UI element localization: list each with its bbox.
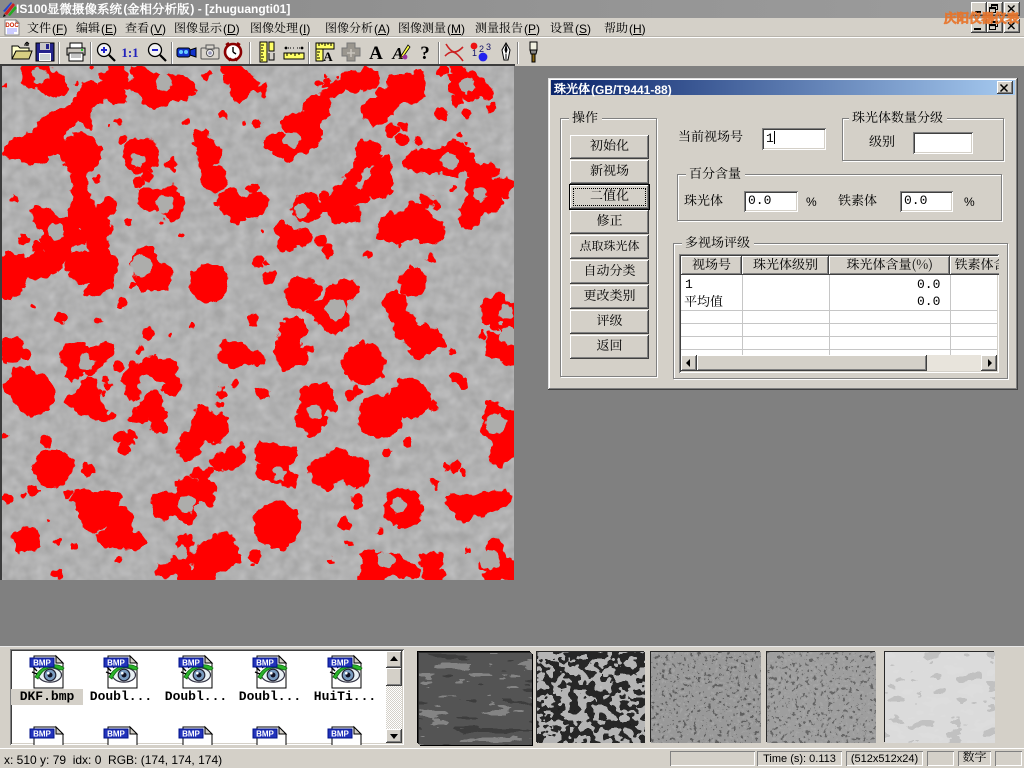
svg-text:BMP: BMP [331,730,349,739]
svg-text:BMP: BMP [256,730,274,739]
svg-text:A: A [323,49,333,64]
svg-text:BMP: BMP [107,730,125,739]
svg-text:DOC: DOC [5,23,19,29]
svg-text:BMP: BMP [331,659,349,668]
svg-text:1:1: 1:1 [121,45,138,60]
svg-text:BMP: BMP [33,730,51,739]
svg-text:BMP: BMP [33,659,51,668]
svg-text:A: A [369,43,383,64]
svg-text:BMP: BMP [182,659,200,668]
svg-text:BMP: BMP [182,730,200,739]
svg-text:?: ? [420,43,430,64]
svg-text:3: 3 [486,42,491,52]
svg-text:A: A [391,44,403,63]
svg-text:BMP: BMP [256,659,274,668]
svg-text:2: 2 [479,44,484,54]
svg-text:BMP: BMP [107,659,125,668]
svg-text:1: 1 [472,48,477,58]
